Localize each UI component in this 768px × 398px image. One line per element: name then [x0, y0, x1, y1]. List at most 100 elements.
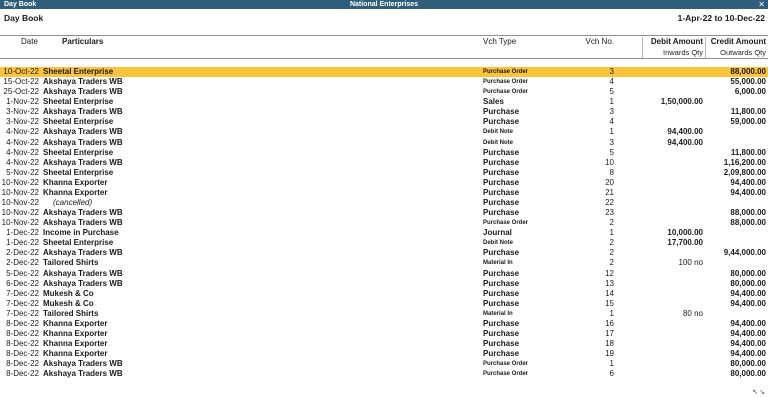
table-row[interactable]: 8-Dec-22 Khanna Exporter Purchase 18 94,400.…	[0, 339, 768, 349]
row-credit-amount: 1,16,200.00	[723, 157, 766, 167]
row-date: 7-Dec-22	[6, 308, 39, 318]
row-vch-no: 13	[605, 278, 614, 288]
row-particulars: Sheetal Enterprise	[43, 117, 114, 127]
table-row[interactable]: 4-Nov-22 Sheetal Enterprise Purchase 5 11,80…	[0, 148, 768, 158]
table-row[interactable]: 8-Dec-22 Akshaya Traders WB Purchase Order…	[0, 359, 768, 369]
column-subheader-inwards-qty: Inwards Qty	[662, 48, 703, 57]
table-row[interactable]: 15-Oct-22 Akshaya Traders WB Purchase Orde…	[0, 77, 768, 87]
row-date: 8-Dec-22	[6, 329, 39, 339]
row-date: 5-Dec-22	[6, 268, 39, 278]
row-vch-type: Purchase	[483, 107, 520, 117]
row-particulars: Akshaya Traders WB	[43, 248, 123, 258]
column-header-credit: Credit Amount	[710, 37, 766, 46]
row-credit-amount: 88,000.00	[730, 218, 766, 228]
row-particulars: Khanna Exporter	[43, 349, 108, 359]
table-row[interactable]: 6-Dec-22 Akshaya Traders WB Purchase 13 80,0…	[0, 279, 768, 289]
row-vch-type: Debit Note	[483, 139, 513, 146]
row-credit-amount: 94,400.00	[730, 177, 766, 187]
row-credit-amount: 94,400.00	[730, 349, 766, 359]
table-row[interactable]: 10-Nov-22 Khanna Exporter Purchase 21 94,400…	[0, 188, 768, 198]
table-row[interactable]: 8-Dec-22 Khanna Exporter Purchase 17 94,400.…	[0, 329, 768, 339]
table-row[interactable]: 25-Oct-22 Akshaya Traders WB Purchase Orde…	[0, 87, 768, 97]
row-vch-type: Purchase	[483, 318, 520, 328]
row-vch-no: 3	[609, 137, 614, 147]
close-icon[interactable]: ✕	[758, 0, 765, 9]
table-row[interactable]: 10-Nov-22 Akshaya Traders WB Purchase 23 88,…	[0, 208, 768, 218]
row-vch-type: Purchase	[483, 268, 520, 278]
row-credit-amount: 55,000.00	[730, 77, 766, 87]
table-row[interactable]: 7-Dec-22 Mukesh & Co Purchase 15 94,400.00	[0, 299, 768, 309]
row-debit-amount: 100 no	[678, 258, 703, 268]
table-row[interactable]: 1-Nov-22 Sheetal Enterprise Sales 1 1,50,000…	[0, 97, 768, 107]
table-row[interactable]: 1-Dec-22 Income in Purchase Journal 1 10,000…	[0, 228, 768, 238]
row-particulars: Sheetal Enterprise	[43, 67, 114, 76]
row-vch-no: 15	[605, 298, 614, 308]
scroll-icon[interactable]: ↖↘	[752, 388, 766, 396]
row-vch-no: 3	[609, 107, 614, 117]
row-date: 3-Nov-22	[6, 107, 39, 117]
row-vch-no: 12	[605, 268, 614, 278]
table-row[interactable]: 4-Nov-22 Akshaya Traders WB Debit Note 1 94,…	[0, 127, 768, 137]
row-date: 4-Nov-22	[6, 127, 39, 137]
table-row[interactable]: 8-Dec-22 Khanna Exporter Purchase 16 94,400.…	[0, 319, 768, 329]
row-vch-type: Purchase	[483, 248, 520, 258]
row-particulars: Khanna Exporter	[43, 177, 108, 187]
column-header-vch-type: Vch Type	[483, 37, 517, 46]
row-particulars: Sheetal Enterprise	[43, 167, 114, 177]
row-vch-no: 5	[609, 147, 614, 157]
row-vch-type: Purchase	[483, 349, 520, 359]
row-particulars: Akshaya Traders WB	[43, 218, 123, 228]
row-vch-type: Purchase Order	[483, 79, 529, 86]
report-title: Day Book	[4, 13, 44, 23]
row-debit-amount: 10,000.00	[667, 228, 703, 238]
report-period[interactable]: 1-Apr-22 to 10-Dec-22	[678, 11, 765, 25]
row-credit-amount: 11,800.00	[730, 107, 766, 117]
row-vch-type: Material In	[483, 310, 513, 317]
table-row[interactable]: 5-Dec-22 Akshaya Traders WB Purchase 12 80,0…	[0, 269, 768, 279]
row-particulars: Sheetal Enterprise	[43, 238, 114, 248]
row-date: 10-Nov-22	[1, 198, 39, 208]
table-row[interactable]: 5-Nov-22 Sheetal Enterprise Purchase 8 2,09,…	[0, 168, 768, 178]
row-vch-no: 1	[609, 359, 614, 369]
column-header-particulars: Particulars	[62, 37, 104, 46]
header-divider-bottom	[0, 58, 768, 59]
table-row[interactable]: 8-Dec-22 Akshaya Traders WB Purchase Order…	[0, 369, 768, 379]
row-vch-type: Purchase	[483, 198, 520, 208]
table-row[interactable]: 10-Nov-22 Akshaya Traders WB Purchase Orde…	[0, 218, 768, 228]
row-vch-type: Purchase	[483, 147, 520, 157]
table-row[interactable]: 8-Dec-22 Khanna Exporter Purchase 19 94,400.…	[0, 349, 768, 359]
table-row[interactable]: 10-Nov-22 Khanna Exporter Purchase 20 94,400…	[0, 178, 768, 188]
row-date: 2-Dec-22	[6, 258, 39, 268]
table-row[interactable]: 3-Nov-22 Akshaya Traders WB Purchase 3 11,80…	[0, 107, 768, 117]
table-row[interactable]: 3-Nov-22 Sheetal Enterprise Purchase 4 59,00…	[0, 117, 768, 127]
row-particulars: Akshaya Traders WB	[43, 107, 123, 117]
row-particulars: Khanna Exporter	[43, 318, 108, 328]
row-credit-amount: 11,800.00	[730, 147, 766, 157]
table-row[interactable]: 4-Nov-22 Akshaya Traders WB Purchase 10 1,16…	[0, 158, 768, 168]
row-particulars: Akshaya Traders WB	[43, 127, 123, 137]
row-vch-type: Sales	[483, 97, 504, 107]
table-row[interactable]: 2-Dec-22 Akshaya Traders WB Purchase 2 9,44,…	[0, 248, 768, 258]
row-credit-amount: 88,000.00	[730, 208, 766, 218]
row-particulars: Akshaya Traders WB	[43, 208, 123, 218]
row-date: 1-Nov-22	[6, 97, 39, 107]
row-vch-no: 3	[609, 67, 614, 76]
row-date: 10-Nov-22	[1, 208, 39, 218]
row-vch-type: Purchase	[483, 117, 520, 127]
row-vch-type: Purchase	[483, 339, 520, 349]
table-row[interactable]: 2-Dec-22 Tailored Shirts Material In 2 100 n…	[0, 258, 768, 268]
table-row[interactable]: 10-Nov-22 (cancelled) Purchase 22	[0, 198, 768, 208]
table-row[interactable]: 1-Dec-22 Sheetal Enterprise Debit Note 2 17,…	[0, 238, 768, 248]
row-vch-type: Purchase	[483, 157, 520, 167]
row-date: 3-Nov-22	[6, 117, 39, 127]
table-row[interactable]: 4-Nov-22 Akshaya Traders WB Debit Note 3 94,…	[0, 138, 768, 148]
row-vch-no: 2	[609, 248, 614, 258]
row-vch-no: 4	[609, 77, 614, 87]
row-vch-no: 21	[605, 187, 614, 197]
table-row[interactable]: 7-Dec-22 Tailored Shirts Material In 1 80 no	[0, 309, 768, 319]
table-row[interactable]: 7-Dec-22 Mukesh & Co Purchase 14 94,400.00	[0, 289, 768, 299]
row-particulars: (cancelled)	[53, 198, 93, 208]
table-row[interactable]: 10-Oct-22 Sheetal Enterprise Purchase Orde…	[0, 67, 768, 78]
row-debit-amount: 94,400.00	[667, 137, 703, 147]
row-vch-type: Purchase	[483, 329, 520, 339]
